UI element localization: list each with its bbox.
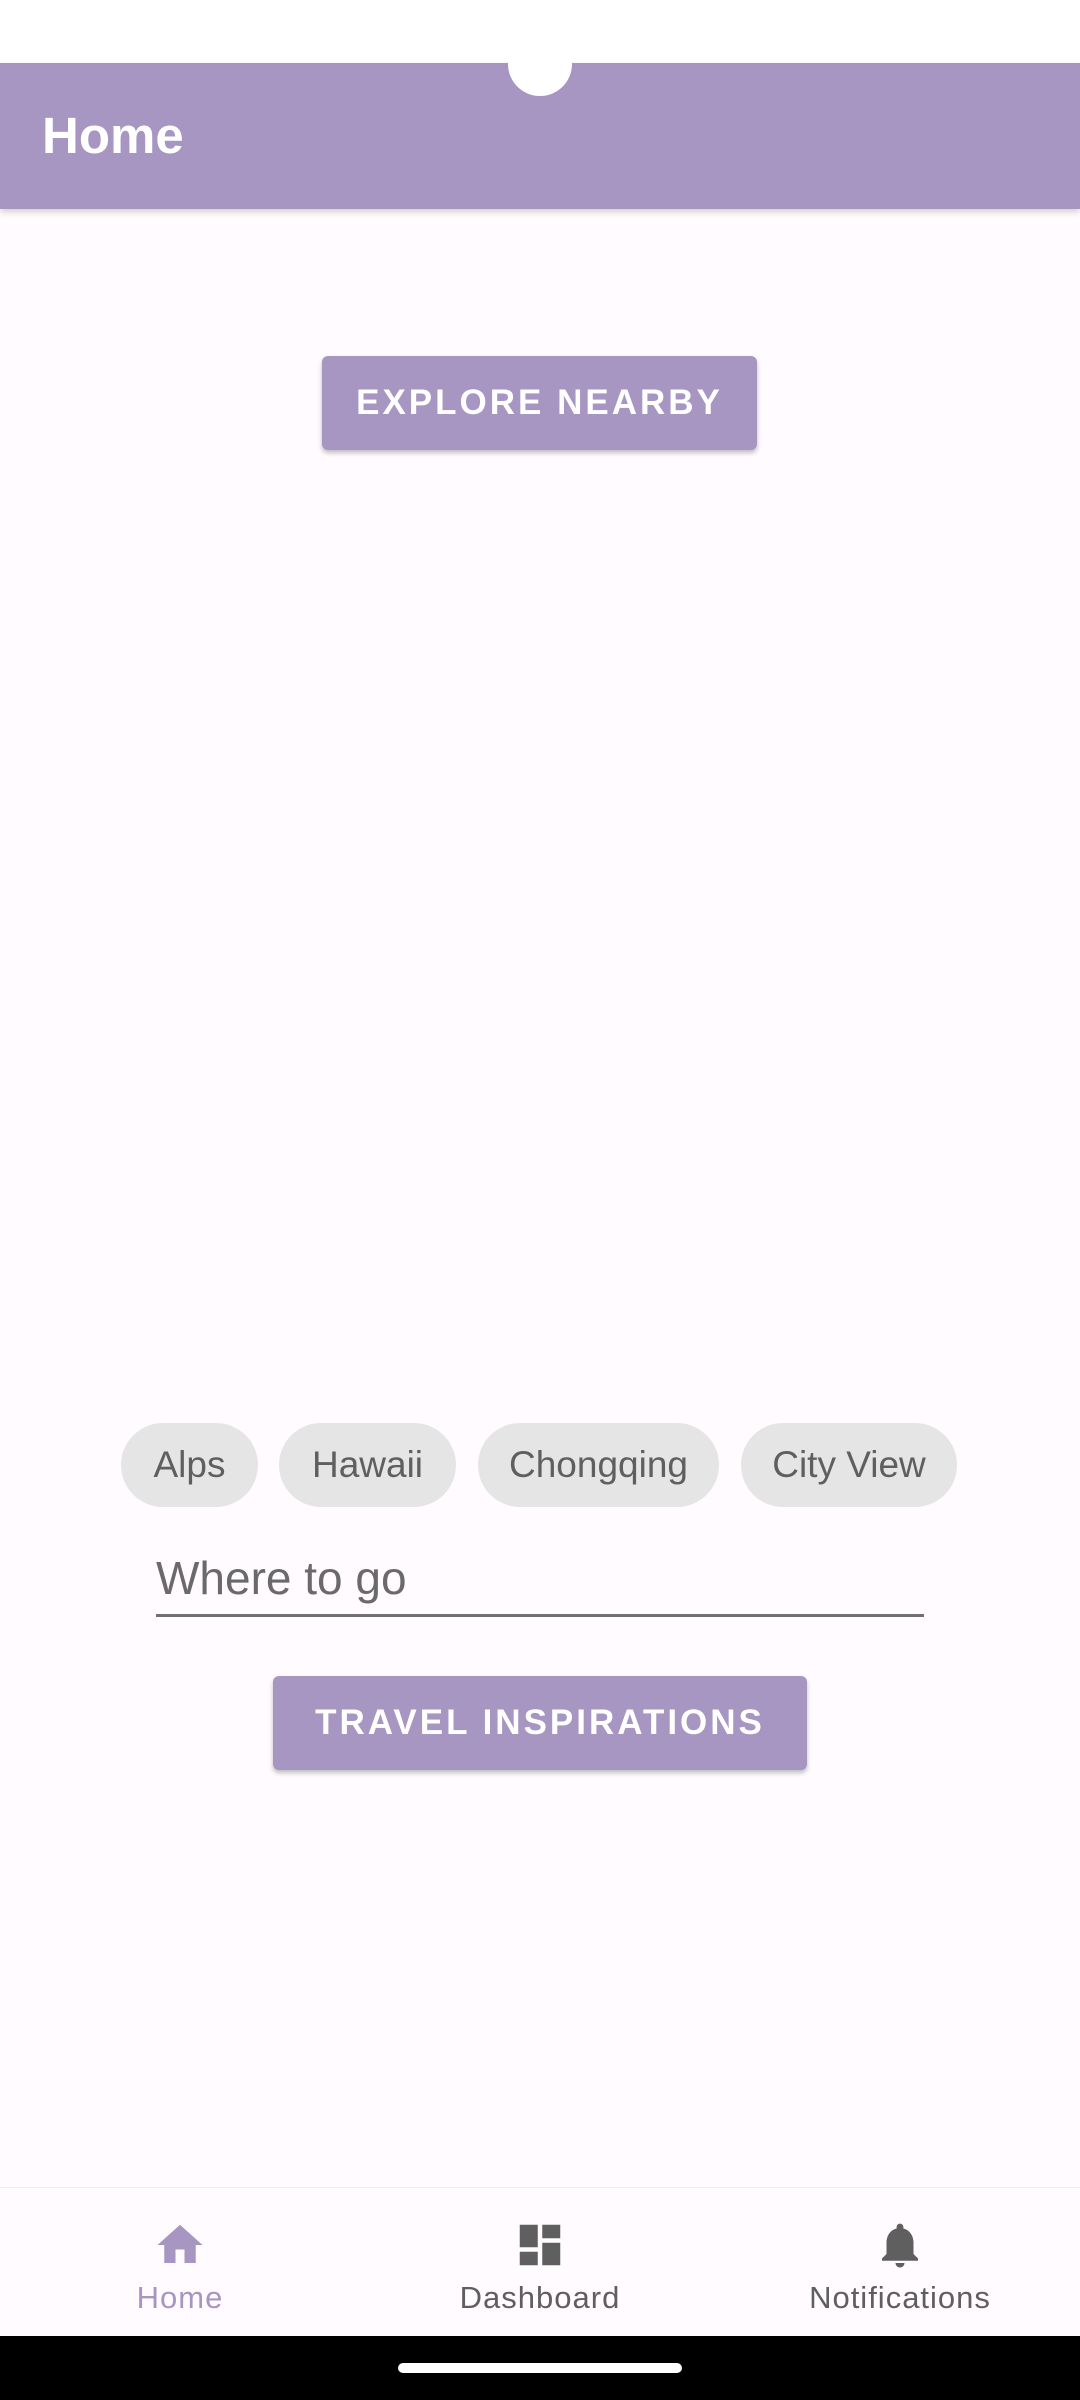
destination-field	[156, 1542, 924, 1617]
chip-chongqing[interactable]: Chongqing	[478, 1423, 719, 1507]
nav-item-home[interactable]: Home	[0, 2188, 360, 2337]
dashboard-icon	[519, 2224, 561, 2266]
camera-cutout	[508, 32, 572, 96]
chip-alps[interactable]: Alps	[121, 1423, 258, 1507]
home-icon	[157, 2224, 203, 2263]
bottom-navigation: Home Dashboard Notifications	[0, 2187, 1080, 2337]
bell-icon	[882, 2223, 918, 2268]
page-title: Home	[42, 107, 184, 164]
travel-inspirations-button[interactable]: TRAVEL INSPIRATIONS	[273, 1676, 807, 1770]
home-gesture-handle[interactable]	[398, 2363, 682, 2373]
nav-label-dashboard: Dashboard	[459, 2280, 621, 2315]
system-gesture-bar	[0, 2336, 1080, 2400]
destination-chip-group: Alps Hawaii Chongqing City View	[0, 1423, 1080, 1507]
explore-nearby-button[interactable]: EXPLORE NEARBY	[322, 356, 757, 450]
nav-label-home: Home	[136, 2280, 224, 2315]
nav-item-dashboard[interactable]: Dashboard	[360, 2188, 720, 2337]
screen: Home EXPLORE NEARBY Alps Hawaii Chongqin…	[0, 0, 1080, 2400]
nav-item-notifications[interactable]: Notifications	[720, 2188, 1080, 2337]
home-content: EXPLORE NEARBY Alps Hawaii Chongqing Cit…	[0, 209, 1080, 2187]
chip-hawaii[interactable]: Hawaii	[279, 1423, 456, 1507]
chip-city-view[interactable]: City View	[741, 1423, 957, 1507]
destination-input[interactable]	[156, 1542, 924, 1614]
nav-label-notifications: Notifications	[809, 2280, 991, 2315]
